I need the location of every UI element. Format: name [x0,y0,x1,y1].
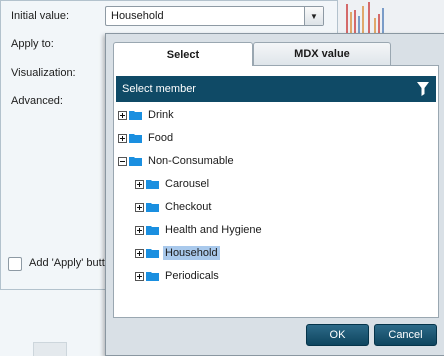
tree-item-label: Household [163,246,220,260]
tree-item-label: Periodicals [165,270,219,282]
tree-item[interactable]: Non-Consumable [118,153,236,169]
initial-value-label: Initial value: [11,10,70,22]
advanced-label: Advanced: [11,95,63,107]
collapse-icon[interactable] [118,156,127,166]
tree-item-label: Health and Hygiene [165,224,262,236]
folder-icon [129,157,142,166]
initial-value-select[interactable]: Household ▼ [105,6,324,26]
expand-icon[interactable] [135,179,144,189]
expand-icon[interactable] [135,225,144,235]
folder-icon [146,203,159,212]
member-selector-popup: Select MDX value Select member Drink Food… [105,33,444,356]
add-apply-checkbox-label: Add 'Apply' butto [29,257,111,269]
tab-select[interactable]: Select [113,42,253,66]
folder-icon [146,226,159,235]
folder-icon [146,272,159,281]
folder-icon [146,180,159,189]
expand-icon[interactable] [118,110,127,120]
dropdown-arrow-icon[interactable]: ▼ [304,7,323,25]
tree-item-label: Non-Consumable [148,155,234,167]
tree-item-label: Carousel [165,178,210,190]
background-footer-tab [33,342,67,356]
tree-item-label: Food [148,132,174,144]
folder-icon [146,249,159,258]
expand-icon[interactable] [135,271,144,281]
funnel-icon[interactable] [416,81,430,97]
folder-icon [129,134,142,143]
apply-to-label: Apply to: [11,38,54,50]
tree-item[interactable]: Periodicals [135,268,221,284]
ok-button[interactable]: OK [306,324,369,346]
tree-item[interactable]: Checkout [135,199,213,215]
tree-item[interactable]: Health and Hygiene [135,222,264,238]
expand-icon[interactable] [135,202,144,212]
folder-icon [129,111,142,120]
select-tab-panel: Select member Drink Food Non-Consumable Car… [113,65,439,318]
expand-icon[interactable] [135,248,144,258]
add-apply-checkbox[interactable] [8,257,22,271]
tree-item-label: Drink [148,109,174,121]
expand-icon[interactable] [118,133,127,143]
visualization-label: Visualization: [11,67,76,79]
tab-mdx-value[interactable]: MDX value [253,42,391,65]
tree-item[interactable]: Food [118,130,175,146]
cancel-button[interactable]: Cancel [374,324,437,346]
tree-item[interactable]: Carousel [135,176,211,192]
tree-header: Select member [116,76,436,102]
tree-item[interactable]: Household [135,245,220,261]
tree-item-label: Checkout [165,201,212,213]
tree-item[interactable]: Drink [118,107,176,123]
tree-header-title: Select member [122,83,196,95]
initial-value-selected: Household [111,10,164,22]
